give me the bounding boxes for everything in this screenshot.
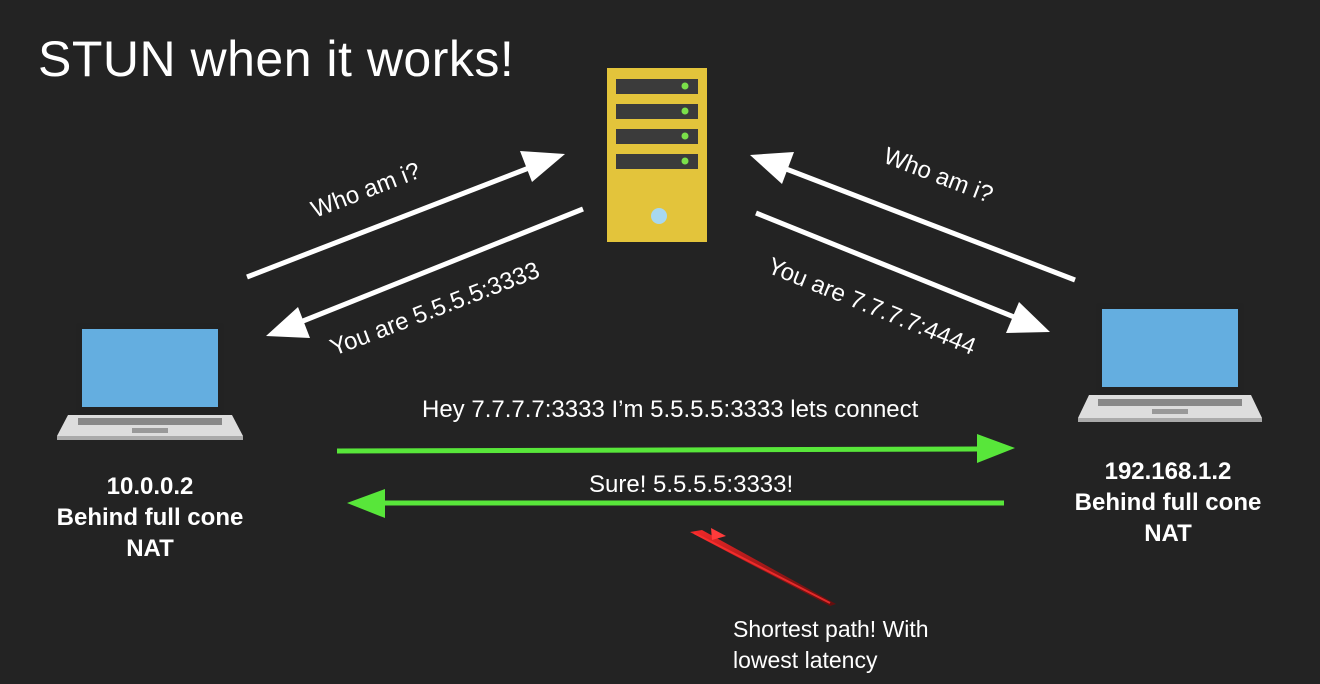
left-host-line2: Behind full cone [57,504,244,531]
right-host-line2: Behind full cone [1075,489,1262,516]
arrow-left-to-right [336,434,1015,463]
right-laptop-icon [1078,303,1262,422]
label-left-to-right: Hey 7.7.7.7:3333 I’m 5.5.5.5:3333 lets c… [422,396,919,423]
right-host-line3: NAT [1144,520,1192,547]
annotation-line2: lowest latency [733,647,878,673]
left-laptop-icon [57,323,243,440]
slide: STUN when it works! Who am i? You are 5.… [0,0,1320,684]
annotation-pointer [690,528,836,606]
label-right-to-left: Sure! 5.5.5.5:3333! [589,471,793,498]
left-host-line3: NAT [126,535,174,562]
label-who-am-i-right: Who am i? [880,142,997,208]
right-host-ip: 192.168.1.2 [1105,458,1232,485]
diagram-canvas: Who am i? You are 5.5.5.5:3333 Who am i?… [57,68,1262,673]
annotation-line1: Shortest path! With [733,616,929,642]
server-icon [607,68,707,242]
label-you-are-right: You are 7.7.7.7:4444 [764,253,980,361]
left-host-ip: 10.0.0.2 [107,473,194,500]
label-you-are-left: You are 5.5.5.5:3333 [326,257,543,362]
